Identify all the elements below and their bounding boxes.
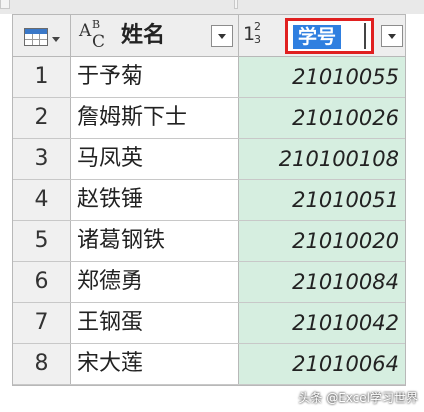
student-id-cell[interactable]: 21010051	[239, 180, 405, 220]
table-row: 5 诸葛钢铁 21010020	[13, 221, 405, 262]
name-cell[interactable]: 诸葛钢铁	[71, 221, 239, 261]
column-header-name[interactable]: A B C 姓名	[71, 15, 239, 57]
name-cell[interactable]: 王钢蛋	[71, 303, 239, 343]
column-header-row: A B C 姓名 1 2 3 学号	[13, 15, 405, 57]
row-number[interactable]: 7	[13, 303, 71, 343]
row-number[interactable]: 5	[13, 221, 71, 261]
watermark: 头条 @Excel学习世界	[298, 391, 418, 405]
chevron-down-icon	[52, 37, 60, 42]
number-type-icon[interactable]: 1 2 3	[243, 20, 281, 53]
row-number[interactable]: 4	[13, 180, 71, 220]
text-cursor	[364, 23, 366, 49]
table-menu-button[interactable]	[13, 15, 71, 57]
student-id-cell[interactable]: 210100108	[239, 139, 405, 179]
column-filter-button[interactable]	[211, 25, 233, 47]
name-cell[interactable]: 于予菊	[71, 57, 239, 97]
column-header-label: 姓名	[121, 23, 166, 48]
row-number[interactable]: 3	[13, 139, 71, 179]
row-number[interactable]: 8	[13, 344, 71, 384]
table-row: 8 宋大莲 21010064	[13, 344, 405, 385]
student-id-cell[interactable]: 21010020	[239, 221, 405, 261]
student-id-cell[interactable]: 21010026	[239, 98, 405, 138]
student-id-cell[interactable]: 21010084	[239, 262, 405, 302]
name-cell[interactable]: 赵铁锤	[71, 180, 239, 220]
column-rename-input[interactable]: 学号	[293, 25, 341, 49]
table-row: 6 郑德勇 21010084	[13, 262, 405, 303]
row-number[interactable]: 1	[13, 57, 71, 97]
name-cell[interactable]: 郑德勇	[71, 262, 239, 302]
dropdown-arrow-icon	[388, 34, 396, 39]
top-strip-segment	[0, 0, 10, 9]
column-filter-button[interactable]	[381, 25, 403, 47]
top-strip	[0, 0, 424, 14]
row-number[interactable]: 2	[13, 98, 71, 138]
name-cell[interactable]: 马凤英	[71, 139, 239, 179]
row-number[interactable]: 6	[13, 262, 71, 302]
top-strip-segment	[234, 0, 238, 9]
name-cell[interactable]: 詹姆斯下士	[71, 98, 239, 138]
table-row: 4 赵铁锤 21010051	[13, 180, 405, 221]
column-header-student-id[interactable]: 1 2 3 学号	[239, 15, 405, 57]
data-preview-grid: A B C 姓名 1 2 3 学号 1 于予菊 21010055 2 詹姆斯下士…	[12, 14, 406, 386]
name-cell[interactable]: 宋大莲	[71, 344, 239, 384]
table-row: 2 詹姆斯下士 21010026	[13, 98, 405, 139]
table-row: 1 于予菊 21010055	[13, 57, 405, 98]
column-rename-highlight[interactable]: 学号	[285, 18, 374, 54]
student-id-cell[interactable]: 21010042	[239, 303, 405, 343]
table-icon	[24, 28, 48, 46]
student-id-cell[interactable]: 21010055	[239, 57, 405, 97]
dropdown-arrow-icon	[218, 34, 226, 39]
student-id-cell[interactable]: 21010064	[239, 344, 405, 384]
text-type-icon[interactable]: A B C	[79, 18, 119, 53]
table-row: 3 马凤英 210100108	[13, 139, 405, 180]
table-row: 7 王钢蛋 21010042	[13, 303, 405, 344]
